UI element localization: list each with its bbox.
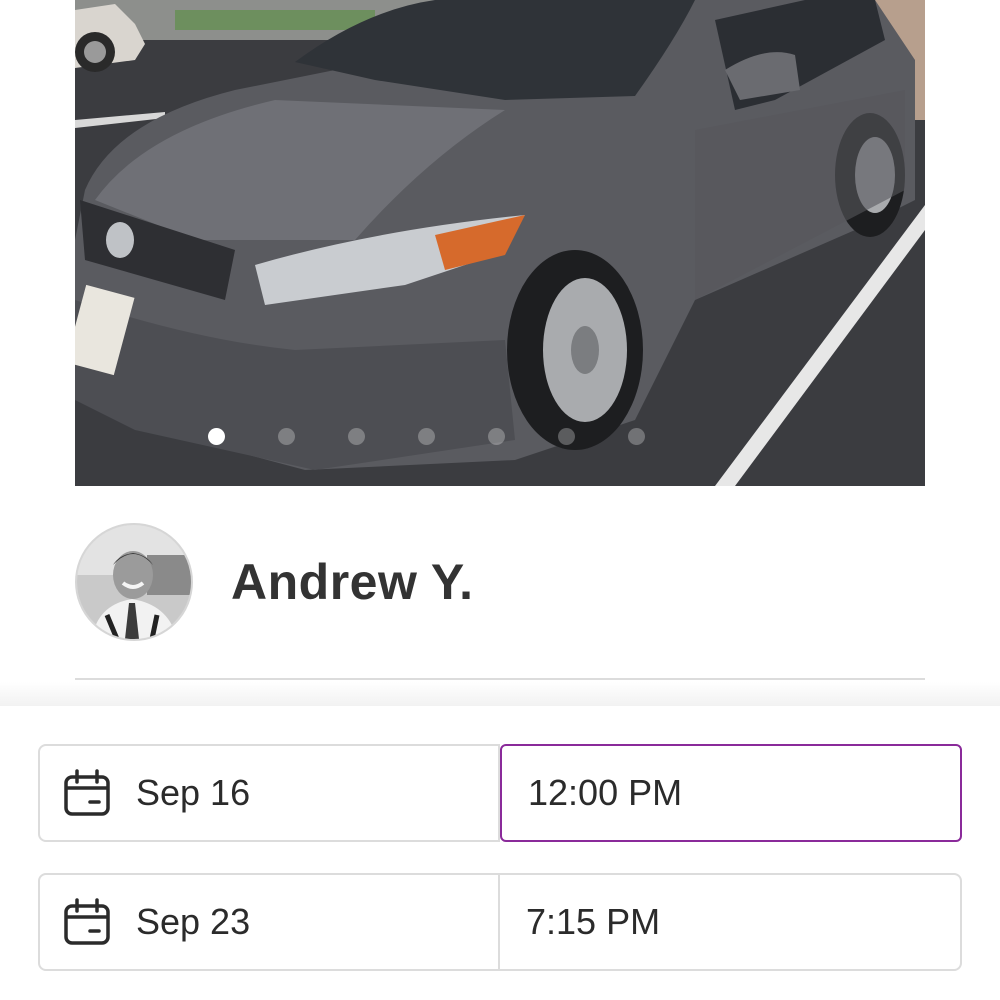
trip-start-date-field[interactable]: Sep 16 <box>38 744 500 842</box>
trip-end-row: Sep 23 7:15 PM <box>38 873 962 971</box>
calendar-icon <box>64 898 110 945</box>
calendar-icon <box>64 769 110 816</box>
trip-end-time: 7:15 PM <box>526 901 661 942</box>
section-divider <box>75 678 925 680</box>
host-photo <box>77 525 191 639</box>
host-name: Andrew Y. <box>231 554 474 610</box>
host-avatar[interactable] <box>75 523 193 641</box>
panel-shadow <box>0 682 1000 706</box>
carousel-dot[interactable] <box>277 428 295 445</box>
trip-end-date-field[interactable]: Sep 23 <box>38 873 500 971</box>
trip-start-time-field[interactable]: 12:00 PM <box>500 744 962 842</box>
vehicle-photo <box>75 0 925 486</box>
trip-start-row: Sep 16 12:00 PM <box>38 744 962 842</box>
carousel-dot[interactable] <box>557 428 575 445</box>
trip-start-date: Sep 16 <box>136 772 251 813</box>
trip-end-date: Sep 23 <box>136 901 251 942</box>
carousel-dot[interactable] <box>487 428 505 445</box>
trip-end-time-field[interactable]: 7:15 PM <box>500 873 962 971</box>
host-row[interactable]: Andrew Y. <box>75 520 925 644</box>
carousel-dot[interactable] <box>417 428 435 445</box>
trip-start-time: 12:00 PM <box>528 772 683 813</box>
carousel-indicator <box>75 428 851 445</box>
carousel-dot[interactable] <box>627 428 645 445</box>
carousel-dot[interactable] <box>207 428 225 445</box>
carousel-dot[interactable] <box>347 428 365 445</box>
vehicle-photo-carousel[interactable] <box>75 0 925 486</box>
